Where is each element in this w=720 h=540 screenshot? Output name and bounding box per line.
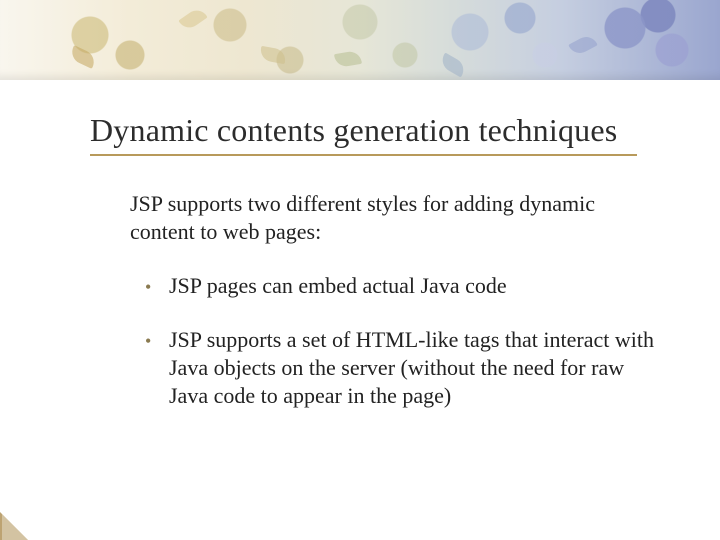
corner-pagecurl-icon [0, 512, 28, 540]
leaf-icon [568, 33, 598, 58]
bullet-list: • JSP pages can embed actual Java code •… [145, 272, 665, 437]
slide: Dynamic contents generation techniques J… [0, 0, 720, 540]
title-underline [90, 154, 637, 156]
bullet-icon: • [145, 326, 169, 353]
bullet-text: JSP pages can embed actual Java code [169, 272, 665, 300]
bullet-text: JSP supports a set of HTML-like tags tha… [169, 326, 665, 410]
intro-text: JSP supports two different styles for ad… [130, 190, 630, 245]
leaf-icon [438, 52, 468, 77]
leaf-icon [334, 50, 362, 68]
list-item: • JSP pages can embed actual Java code [145, 272, 665, 300]
leaf-icon [259, 46, 287, 64]
leaf-icon [178, 6, 207, 32]
decorative-banner [0, 0, 720, 80]
leaf-icon [68, 45, 97, 69]
slide-title: Dynamic contents generation techniques [90, 112, 617, 149]
bullet-icon: • [145, 272, 169, 299]
list-item: • JSP supports a set of HTML-like tags t… [145, 326, 665, 410]
